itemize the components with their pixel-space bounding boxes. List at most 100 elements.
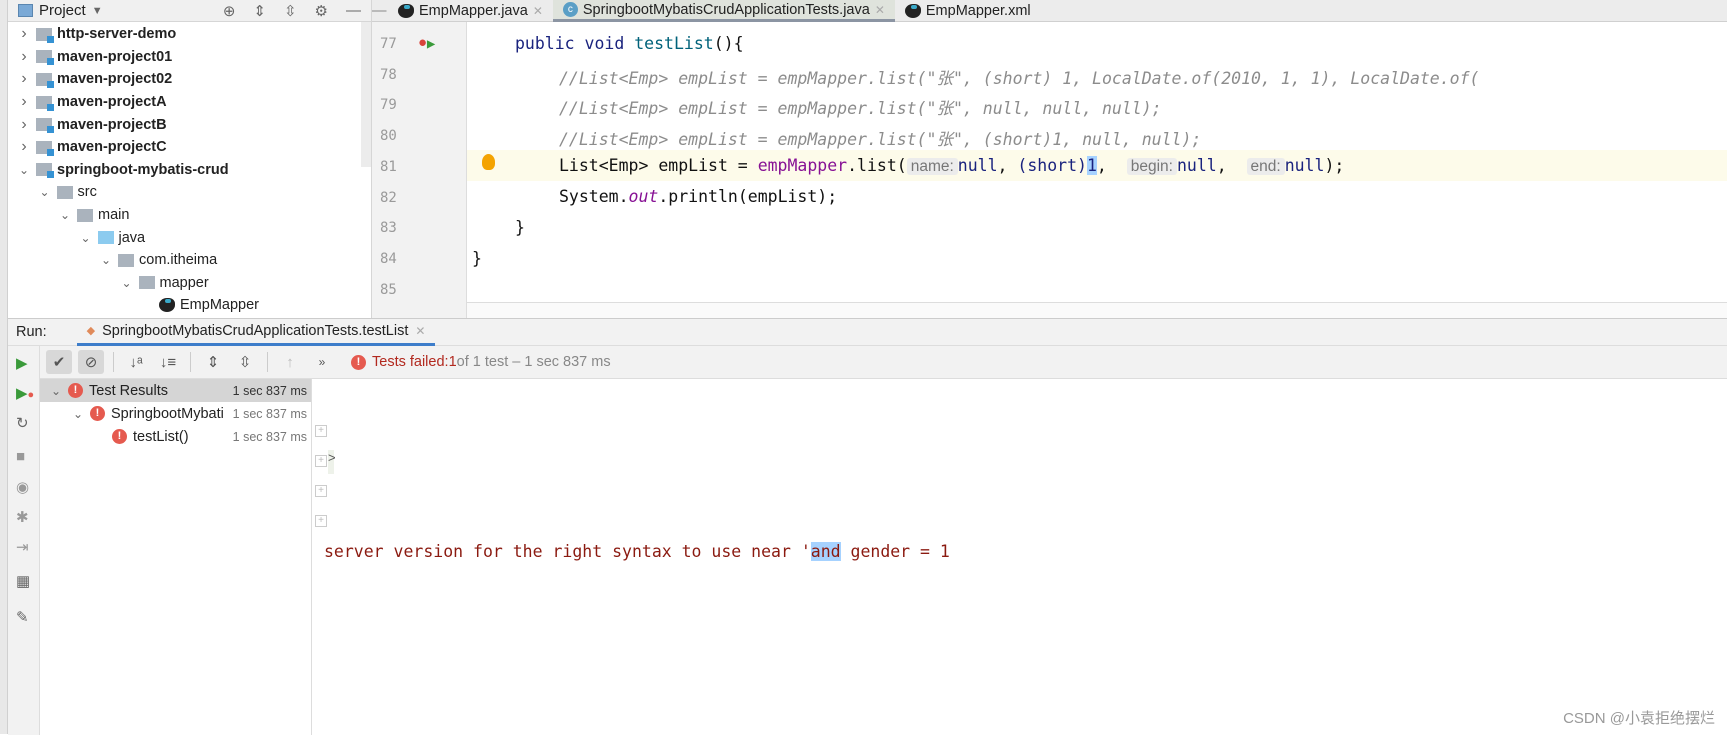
chevron-right-icon[interactable]: › — [16, 93, 32, 111]
close-icon[interactable]: ✕ — [415, 324, 425, 338]
module-folder-icon — [36, 27, 54, 43]
project-tree-item[interactable]: ⌄ mapper — [8, 272, 371, 295]
project-tree-item[interactable]: ⌄ src — [8, 181, 371, 204]
chevron-right-icon[interactable]: › — [16, 116, 32, 134]
code-line-79[interactable]: //List<Emp> empList = empMapper.list("张"… — [559, 95, 1162, 119]
folder-icon — [56, 185, 73, 199]
chevron-down-icon[interactable]: ⌄ — [57, 208, 73, 222]
editor-tabs: — EmpMapper.java ✕ c SpringbootMybatisCrud… — [372, 0, 1727, 22]
console-output[interactable]: + + > + + server version for the right s… — [312, 379, 1727, 735]
run-test-icon[interactable]: ●▶ — [418, 34, 435, 51]
fold-icon[interactable]: + — [315, 515, 327, 527]
run-tab[interactable]: ◆ SpringbootMybatisCrudApplicationTests.t… — [76, 319, 436, 346]
chevron-right-icon[interactable]: › — [16, 138, 32, 156]
debug-icon[interactable]: ✱ — [16, 508, 29, 526]
tree-item-label: EmpMapper — [180, 297, 259, 314]
tab-label: EmpMapper.xml — [925, 3, 1031, 19]
test-tree-item[interactable]: ⌄! SpringbootMybati 1 sec 837 ms — [40, 402, 311, 425]
chevron-right-icon[interactable]: › — [16, 25, 32, 43]
chevron-down-icon[interactable]: ⌄ — [37, 185, 53, 199]
fold-icon[interactable]: + — [315, 425, 327, 437]
rerun-failed-icon[interactable]: ▶● — [16, 384, 34, 402]
fold-icon[interactable]: + — [315, 485, 327, 497]
code-line-82[interactable]: System.out.println(empList); — [559, 187, 837, 206]
class-icon: c — [562, 2, 578, 17]
fold-icon[interactable]: + — [315, 455, 327, 467]
project-tree-item[interactable]: ⌄ com.itheima — [8, 249, 371, 272]
project-header: Project ▼ ⊕ ⇕ ⇳ ⚙ — — [8, 0, 371, 22]
layout-icon[interactable]: ▦ — [16, 572, 30, 590]
sort-duration-icon[interactable]: ↓≡ — [155, 350, 181, 374]
expand-all-icon[interactable]: ⇕ — [253, 2, 266, 20]
tab-empmapper-xml[interactable]: EmpMapper.xml — [895, 0, 1041, 22]
test-name: SpringbootMybati — [111, 405, 224, 422]
collapse-all-icon[interactable]: ⇳ — [232, 350, 258, 374]
code-line-81[interactable]: List<Emp> empList = empMapper.list(name:… — [559, 156, 1344, 176]
code-line-78[interactable]: //List<Emp> empList = empMapper.list("张"… — [559, 65, 1479, 89]
code-line-77[interactable]: public void testList(){ — [515, 34, 744, 53]
test-status: ! Tests failed: 1 of 1 test – 1 sec 837 … — [351, 354, 611, 370]
chevron-down-icon[interactable]: ⌄ — [48, 384, 64, 398]
project-tree-item[interactable]: EmpMapper — [8, 294, 371, 317]
locate-icon[interactable]: ⊕ — [223, 2, 236, 20]
gear-icon[interactable]: ⚙ — [315, 2, 328, 20]
test-tree-item[interactable]: ! testList() 1 sec 837 ms — [40, 425, 311, 448]
project-tree-item[interactable]: › maven-project02 — [8, 68, 371, 91]
project-tree-item[interactable]: › maven-projectB — [8, 113, 371, 136]
code-line-83[interactable]: } — [515, 218, 525, 237]
scrollbar[interactable] — [361, 22, 371, 167]
left-tool-stripe[interactable] — [0, 0, 8, 734]
code-line-80[interactable]: //List<Emp> empList = empMapper.list("张"… — [559, 126, 1201, 150]
horizontal-scrollbar[interactable] — [467, 302, 1727, 318]
chevron-right-icon[interactable]: › — [16, 48, 32, 66]
project-tree-item[interactable]: › maven-projectC — [8, 136, 371, 159]
minimize-icon[interactable]: — — [346, 2, 361, 20]
exit-icon[interactable]: ⇥ — [16, 538, 29, 556]
lightbulb-icon[interactable] — [482, 154, 495, 170]
project-tree-item[interactable]: ⌄ java — [8, 226, 371, 249]
toggle-auto-test-icon[interactable]: ↻ — [16, 414, 29, 432]
pin-icon[interactable]: ✎ — [16, 608, 29, 626]
project-tree-item[interactable]: › maven-projectA — [8, 91, 371, 114]
error-message[interactable]: server version for the right syntax to u… — [324, 542, 950, 561]
status-failed: Tests failed: — [372, 354, 449, 370]
expand-all-icon[interactable]: ⇕ — [200, 350, 226, 374]
line-number: 80 — [380, 128, 397, 145]
chevron-down-icon[interactable]: ⌄ — [70, 407, 86, 421]
minimize-icon[interactable]: — — [372, 0, 388, 22]
chevron-down-icon[interactable]: ⌄ — [78, 231, 94, 245]
stop-icon[interactable]: ■ — [16, 448, 25, 465]
chevron-down-icon[interactable]: ⌄ — [119, 276, 135, 290]
rerun-icon[interactable]: ▶ — [16, 354, 28, 372]
error-icon: ! — [90, 406, 105, 421]
test-icon: ◆ — [86, 325, 96, 337]
previous-failed-icon[interactable]: ↑ — [277, 350, 303, 374]
param-hint: end: — [1246, 158, 1285, 175]
collapse-all-icon[interactable]: ⇳ — [284, 2, 297, 20]
camera-icon[interactable]: ◉ — [16, 478, 29, 496]
chevron-down-icon[interactable]: ▼ — [92, 5, 103, 17]
line-number: 85 — [380, 281, 397, 298]
project-title[interactable]: Project — [39, 2, 86, 19]
tab-empmapper-java[interactable]: EmpMapper.java ✕ — [388, 0, 553, 22]
close-icon[interactable]: ✕ — [533, 4, 543, 18]
more-icon[interactable]: » — [309, 350, 335, 374]
close-icon[interactable]: ✕ — [875, 3, 885, 17]
tab-application-tests[interactable]: c SpringbootMybatisCrudApplicationTests.j… — [552, 0, 895, 22]
chevron-down-icon[interactable]: ⌄ — [98, 253, 114, 267]
watermark: CSDN @小袁拒绝摆烂 — [1563, 710, 1715, 727]
show-ignored-icon[interactable]: ⊘ — [78, 350, 104, 374]
tree-item-label: com.itheima — [139, 252, 218, 269]
chevron-down-icon[interactable]: ⌄ — [16, 163, 32, 177]
package-icon — [138, 276, 155, 290]
test-tree-item[interactable]: ⌄! Test Results 1 sec 837 ms — [40, 379, 311, 402]
project-tree-item[interactable]: › maven-project01 — [8, 46, 371, 69]
module-folder-icon — [36, 163, 54, 179]
project-tree-item[interactable]: ⌄ springboot-mybatis-crud — [8, 159, 371, 182]
show-passed-icon[interactable]: ✔ — [46, 350, 72, 374]
chevron-right-icon[interactable]: › — [16, 70, 32, 88]
code-line-84[interactable]: } — [472, 249, 482, 268]
project-tree-item[interactable]: › http-server-demo — [8, 23, 371, 46]
sort-alpha-icon[interactable]: ↓ᵃ — [123, 350, 149, 374]
project-tree-item[interactable]: ⌄ main — [8, 204, 371, 227]
